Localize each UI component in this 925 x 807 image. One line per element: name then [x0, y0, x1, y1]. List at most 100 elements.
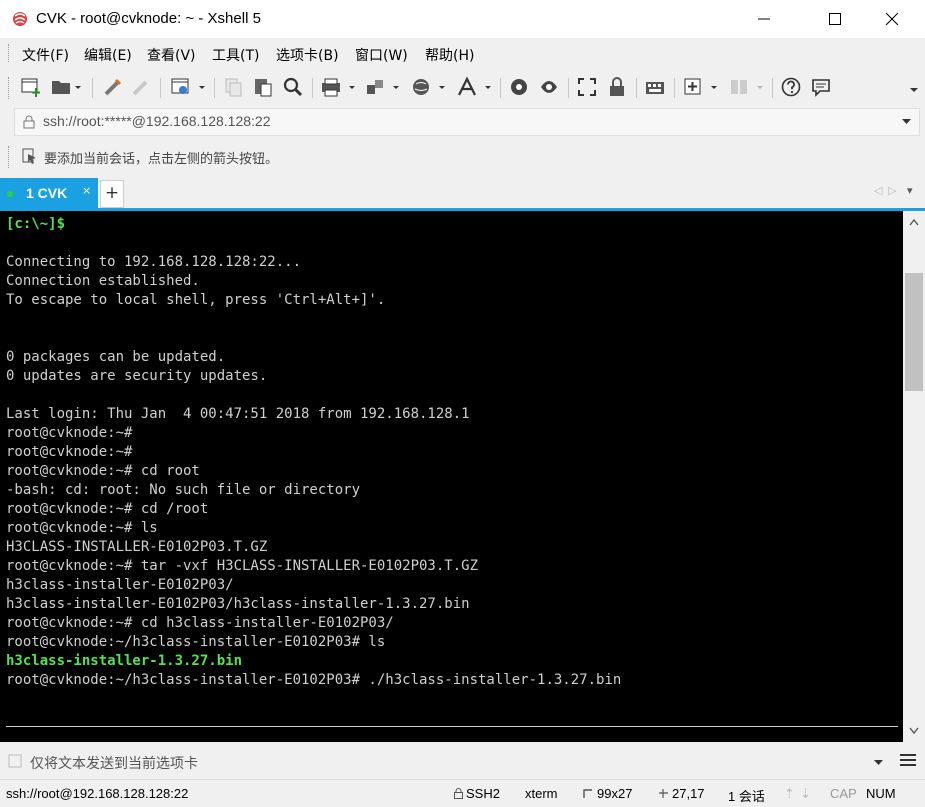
keyboard-button[interactable]: [644, 76, 666, 98]
terminal-line: -bash: cd: root: No such file or directo…: [6, 482, 361, 498]
scroll-up-arrow-icon: ⇡: [784, 786, 795, 801]
xmanager-button[interactable]: [538, 76, 560, 98]
maximize-button[interactable]: [812, 0, 858, 38]
globe-button[interactable]: [410, 76, 448, 98]
compose-icon: [8, 754, 22, 768]
status-cursor: 27,17: [672, 786, 705, 801]
menu-edit[interactable]: 编辑(E): [84, 45, 132, 65]
help-button[interactable]: [780, 76, 802, 98]
scroll-down-icon[interactable]: [909, 727, 919, 734]
terminal-line: root@cvknode:~# tar -vxf H3CLASS-INSTALL…: [6, 558, 479, 574]
terminal-line-executable: h3class-installer-1.3.27.bin: [6, 653, 243, 669]
hint-text: 要添加当前会话，点击左侧的箭头按钮。: [44, 152, 279, 167]
tab-scroll-left-icon[interactable]: ◁: [874, 184, 882, 197]
properties-button[interactable]: [170, 76, 208, 98]
terminal-output[interactable]: [c:\~]$ Connecting to 192.168.128.128:22…: [0, 211, 903, 742]
paste-icon: [255, 79, 272, 97]
lock-icon: [610, 77, 624, 96]
menu-view[interactable]: 查看(V): [147, 45, 196, 65]
status-terminal-type: xterm: [525, 786, 558, 801]
chat-button[interactable]: [810, 76, 832, 98]
print-button[interactable]: [320, 76, 358, 98]
properties-icon: [171, 78, 205, 94]
transfer-button[interactable]: [364, 76, 402, 98]
new-tab-button[interactable]: [682, 76, 720, 98]
xshell-logo-icon: [13, 12, 27, 26]
session-hint-bar: 要添加当前会话，点击左侧的箭头按钮。: [0, 138, 925, 174]
menu-help[interactable]: 帮助(H): [425, 45, 474, 65]
menu-window[interactable]: 窗口(W): [355, 45, 408, 65]
toolbar-grip[interactable]: [8, 77, 12, 99]
status-num: NUM: [866, 786, 896, 801]
xmanager-icon: [541, 81, 557, 93]
new-session-icon: [21, 78, 40, 97]
status-size: 99x27: [597, 786, 633, 801]
paste-button[interactable]: [252, 76, 274, 98]
find-button[interactable]: [282, 76, 304, 98]
terminal-line: root@cvknode:~# cd /root: [6, 501, 209, 517]
keyboard-icon: [646, 82, 664, 94]
status-connection: ssh://root@192.168.128.128:22: [6, 786, 189, 801]
terminal-line: Connection established.: [6, 273, 200, 289]
address-input[interactable]: ssh://root:*****@192.168.128.128:22: [14, 108, 920, 136]
menu-tabs[interactable]: 选项卡(B): [276, 45, 339, 65]
open-button[interactable]: [50, 76, 84, 98]
compose-input[interactable]: 仅将文本发送到当前选项卡: [0, 746, 893, 774]
xftp-button[interactable]: [508, 76, 530, 98]
close-button[interactable]: [869, 0, 915, 38]
disconnect-button[interactable]: [130, 76, 152, 98]
terminal-line: root@cvknode:~# ls: [6, 520, 158, 536]
reconnect-button[interactable]: [102, 76, 124, 98]
maximize-icon: [829, 13, 841, 25]
fullscreen-button[interactable]: [576, 76, 598, 98]
xftp-icon: [511, 79, 527, 95]
tab-bar: 1 CVK × + ◁ ▷ ▾: [0, 176, 925, 208]
new-session-button[interactable]: [20, 76, 42, 98]
layout-button[interactable]: [728, 76, 766, 98]
terminal-line: 0 packages can be updated.: [6, 349, 226, 365]
terminal-line: h3class-installer-E0102P03/h3class-insta…: [6, 596, 470, 612]
toolbar: [0, 68, 925, 106]
scroll-up-icon[interactable]: [909, 219, 919, 226]
font-button[interactable]: [456, 76, 494, 98]
new-tab-icon: [684, 78, 717, 95]
chat-icon: [812, 79, 830, 97]
copy-button[interactable]: [222, 76, 244, 98]
help-icon: [781, 77, 801, 97]
menu-bar: 文件(F) 编辑(E) 查看(V) 工具(T) 选项卡(B) 窗口(W) 帮助(…: [0, 38, 925, 68]
terminal-line: Connecting to 192.168.128.128:22...: [6, 254, 302, 270]
address-dropdown-icon[interactable]: [902, 119, 911, 125]
menu-tools[interactable]: 工具(T): [212, 45, 259, 65]
toolbar-grip[interactable]: [8, 44, 12, 62]
tab-close-icon[interactable]: ×: [82, 184, 91, 197]
status-protocol: SSH2: [466, 786, 500, 801]
scroll-down-arrow-icon: ⇣: [800, 786, 811, 801]
terminal-line: To escape to local shell, press 'Ctrl+Al…: [6, 292, 386, 308]
globe-icon: [413, 79, 445, 95]
scrollbar-thumb[interactable]: [905, 273, 923, 391]
copy-icon: [225, 78, 242, 97]
terminal-line: h3class-installer-E0102P03/: [6, 577, 234, 593]
tab-scroll-right-icon[interactable]: ▷: [888, 184, 896, 197]
terminal-divider: [6, 726, 898, 727]
toolbar-grip[interactable]: [8, 146, 12, 168]
tab-cvk[interactable]: 1 CVK ×: [0, 178, 98, 208]
minimize-button[interactable]: [741, 0, 787, 38]
terminal-scrollbar[interactable]: [903, 211, 925, 742]
add-session-arrow-icon[interactable]: [22, 148, 38, 164]
menu-lines-icon[interactable]: [900, 753, 916, 767]
fullscreen-icon: [578, 78, 596, 96]
reconnect-icon: [104, 78, 122, 96]
disconnect-icon: [132, 80, 148, 96]
tab-list-icon[interactable]: ▾: [907, 184, 913, 197]
compose-bar: 仅将文本发送到当前选项卡: [0, 744, 925, 776]
add-tab-button[interactable]: +: [100, 180, 124, 208]
menu-file[interactable]: 文件(F): [22, 45, 69, 65]
lock-icon: [23, 115, 35, 129]
folder-open-icon: [52, 81, 81, 94]
compose-dropdown-icon[interactable]: [874, 760, 883, 766]
tab-label: 1 CVK: [26, 185, 68, 201]
lock-button[interactable]: [606, 76, 628, 98]
terminal-line: root@cvknode:~#: [6, 444, 133, 460]
terminal-line: root@cvknode:~#: [6, 425, 133, 441]
